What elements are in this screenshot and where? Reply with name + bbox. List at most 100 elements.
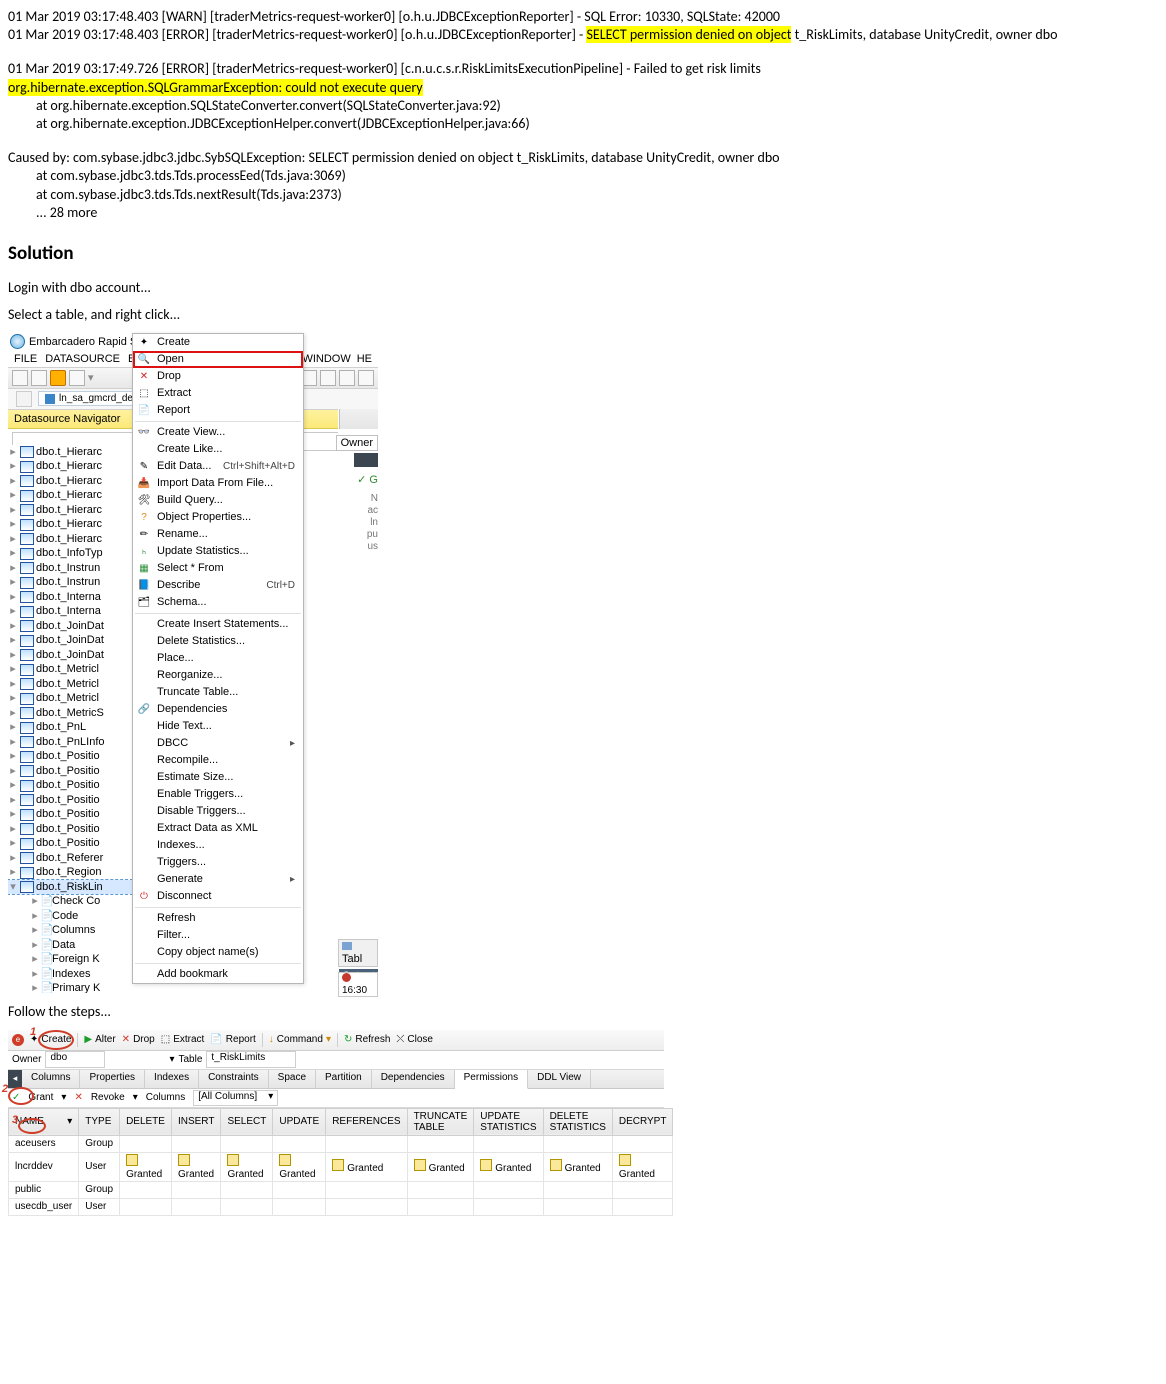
cell[interactable]: [474, 1181, 543, 1198]
subtree-row[interactable]: ▸📄Data: [30, 938, 132, 953]
alter-button[interactable]: ▶ Alter: [84, 1034, 115, 1045]
cell[interactable]: [543, 1181, 612, 1198]
cell[interactable]: [474, 1135, 543, 1152]
table-row[interactable]: ▸dbo.t_InfoTyp: [8, 546, 132, 561]
col-delstats[interactable]: DELETE STATISTICS: [543, 1108, 612, 1135]
cell[interactable]: [612, 1135, 673, 1152]
table-row[interactable]: ▸dbo.t_Metricl: [8, 677, 132, 692]
col-delete[interactable]: DELETE: [120, 1108, 172, 1135]
table-row[interactable]: ▸dbo.t_Referer: [8, 851, 132, 866]
table-row[interactable]: ▸dbo.t_Positio: [8, 807, 132, 822]
ctx-dependencies[interactable]: 🔗Dependencies: [133, 701, 303, 718]
ctx-select-from[interactable]: ▦Select * From: [133, 560, 303, 577]
ctx-import[interactable]: 📥Import Data From File...: [133, 475, 303, 492]
ctx-hide-text[interactable]: Hide Text...: [133, 718, 303, 735]
ctx-extract[interactable]: ⬚Extract: [133, 385, 303, 402]
table-row[interactable]: ▸dbo.t_JoinDat: [8, 633, 132, 648]
table-row[interactable]: ▸dbo.t_Interna: [8, 604, 132, 619]
table-row[interactable]: ▸dbo.t_Positio: [8, 836, 132, 851]
table-field[interactable]: t_RiskLimits: [206, 1051, 296, 1068]
ctx-schema[interactable]: 🗂Schema...: [133, 594, 303, 611]
ctx-estimate-size[interactable]: Estimate Size...: [133, 769, 303, 786]
cell[interactable]: [120, 1135, 172, 1152]
table-row[interactable]: ▸dbo.t_Hierarc: [8, 532, 132, 547]
tab-scroll-left[interactable]: ◂: [8, 1070, 22, 1088]
ctx-describe[interactable]: 📘DescribeCtrl+D: [133, 577, 303, 594]
table-row[interactable]: ▸dbo.t_Region: [8, 865, 132, 880]
table-row[interactable]: ▸dbo.t_Hierarc: [8, 459, 132, 474]
cell[interactable]: aceusers: [9, 1135, 79, 1152]
tab-dependencies[interactable]: Dependencies: [372, 1070, 455, 1088]
col-references[interactable]: REFERENCES: [326, 1108, 407, 1135]
extract-button[interactable]: ⬚ Extract: [161, 1034, 205, 1045]
cell[interactable]: Granted: [543, 1152, 612, 1181]
ctx-triggers[interactable]: Triggers...: [133, 854, 303, 871]
cell[interactable]: usecdb_user: [9, 1198, 79, 1215]
toolbar-icon[interactable]: [12, 370, 28, 386]
col-decrypt[interactable]: DECRYPT: [612, 1108, 673, 1135]
toolbar-icon[interactable]: [320, 370, 336, 386]
cell[interactable]: [273, 1181, 326, 1198]
ctx-place[interactable]: Place...: [133, 650, 303, 667]
col-type[interactable]: TYPE: [79, 1108, 120, 1135]
toolbar-icon[interactable]: [50, 370, 66, 386]
cell[interactable]: Granted: [221, 1152, 273, 1181]
report-button[interactable]: 📄 Report: [210, 1034, 255, 1045]
ctx-enable-triggers[interactable]: Enable Triggers...: [133, 786, 303, 803]
subtree-row[interactable]: ▸📄Indexes: [30, 967, 132, 982]
table-row[interactable]: ▸dbo.t_PnLInfo: [8, 735, 132, 750]
toolbar-icon[interactable]: [16, 391, 32, 407]
ctx-report[interactable]: 📄Report: [133, 402, 303, 419]
cell[interactable]: [407, 1135, 474, 1152]
cell[interactable]: Group: [79, 1181, 120, 1198]
cell[interactable]: [273, 1135, 326, 1152]
cell[interactable]: [543, 1135, 612, 1152]
table-row[interactable]: ▾dbo.t_RiskLin: [8, 880, 132, 895]
tab-indexes[interactable]: Indexes: [145, 1070, 199, 1088]
menu-datasource[interactable]: DATASOURCE: [45, 353, 120, 365]
ctx-delete-stats[interactable]: Delete Statistics...: [133, 633, 303, 650]
ctx-extract-xml[interactable]: Extract Data as XML: [133, 820, 303, 837]
cell[interactable]: [543, 1198, 612, 1215]
toolbar-icon[interactable]: [339, 370, 355, 386]
owner-field[interactable]: dbo: [45, 1051, 105, 1068]
table-row[interactable]: ▸dbo.t_Positio: [8, 749, 132, 764]
ctx-open[interactable]: 🔍Open: [133, 351, 303, 368]
table-row[interactable]: ▸dbo.t_Positio: [8, 778, 132, 793]
cell[interactable]: public: [9, 1181, 79, 1198]
ctx-create-view[interactable]: 👓Create View...: [133, 424, 303, 441]
ctx-generate[interactable]: Generate: [133, 871, 303, 888]
ctx-refresh[interactable]: Refresh: [133, 910, 303, 927]
cell[interactable]: [407, 1181, 474, 1198]
col-insert[interactable]: INSERT: [171, 1108, 221, 1135]
cell[interactable]: [326, 1198, 407, 1215]
command-button[interactable]: ↓ Command ▾: [269, 1034, 331, 1045]
subtree-row[interactable]: ▸📄Check Co: [30, 894, 132, 909]
subtree-row[interactable]: ▸📄Foreign K: [30, 952, 132, 967]
ctx-disconnect[interactable]: ⏻Disconnect: [133, 888, 303, 905]
tab-properties[interactable]: Properties: [80, 1070, 145, 1088]
ctx-create-insert[interactable]: Create Insert Statements...: [133, 616, 303, 633]
ctx-add-bookmark[interactable]: Add bookmark: [133, 966, 303, 983]
toolbar-icon[interactable]: [69, 370, 85, 386]
table-row[interactable]: ▸dbo.t_Instrun: [8, 575, 132, 590]
ctx-dbcc[interactable]: DBCC: [133, 735, 303, 752]
table-row[interactable]: ▸dbo.t_JoinDat: [8, 619, 132, 634]
cell[interactable]: [221, 1135, 273, 1152]
col-upstats[interactable]: UPDATE STATISTICS: [474, 1108, 543, 1135]
col-truncate[interactable]: TRUNCATE TABLE: [407, 1108, 474, 1135]
tab-constraints[interactable]: Constraints: [199, 1070, 269, 1088]
col-select[interactable]: SELECT: [221, 1108, 273, 1135]
ctx-edit-data[interactable]: ✎Edit Data...Ctrl+Shift+Alt+D: [133, 458, 303, 475]
table-row[interactable]: ▸dbo.t_Interna: [8, 590, 132, 605]
tab-columns[interactable]: Columns: [22, 1070, 80, 1088]
table-row[interactable]: ▸dbo.t_Hierarc: [8, 517, 132, 532]
drop-button[interactable]: ✕ Drop: [122, 1034, 155, 1045]
subtree-row[interactable]: ▸📄Code: [30, 909, 132, 924]
table-row[interactable]: ▸dbo.t_PnL: [8, 720, 132, 735]
cell[interactable]: [171, 1198, 221, 1215]
table-row[interactable]: ▸dbo.t_Instrun: [8, 561, 132, 576]
cell[interactable]: Granted: [120, 1152, 172, 1181]
ctx-truncate[interactable]: Truncate Table...: [133, 684, 303, 701]
toolbar-icon[interactable]: [358, 370, 374, 386]
